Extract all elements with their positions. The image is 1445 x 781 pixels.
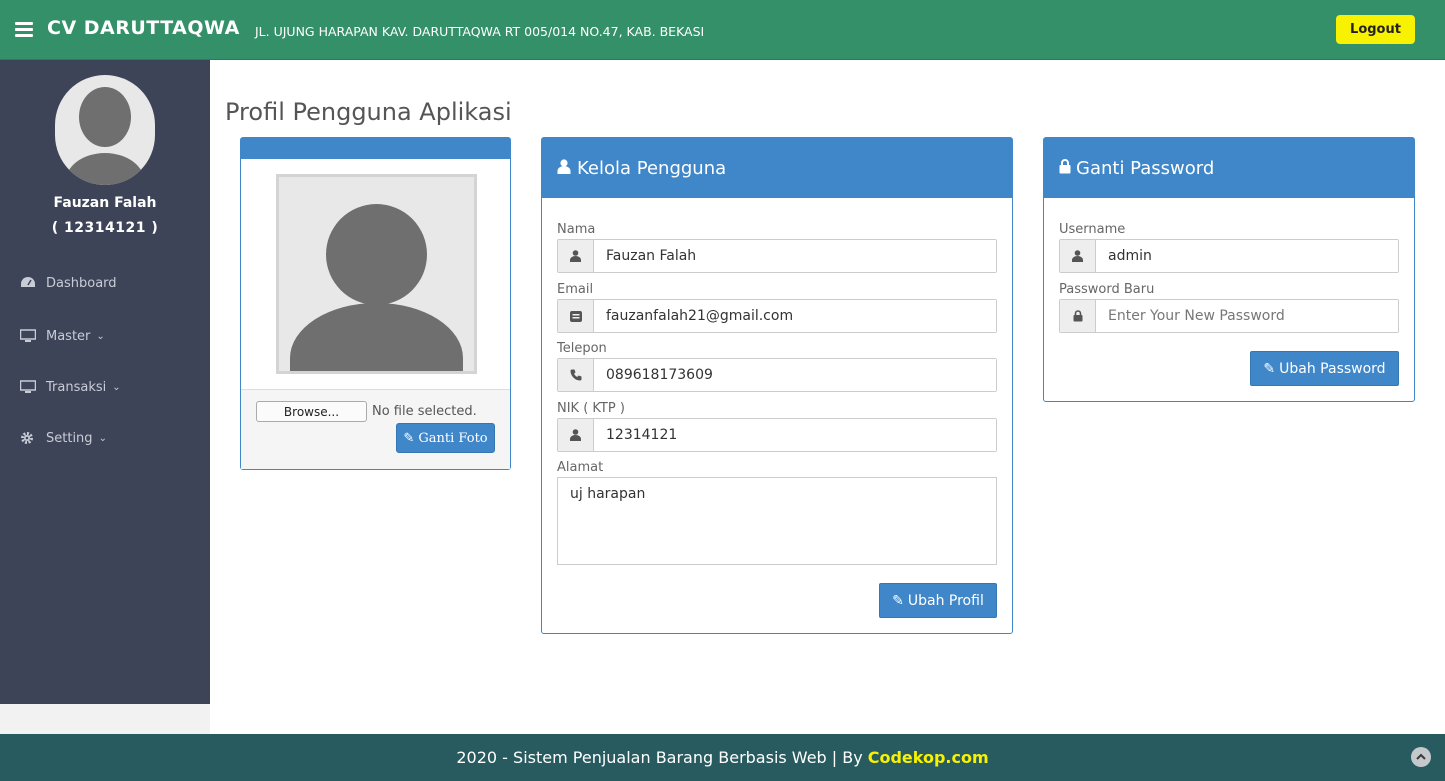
photo-upload-area: Browse... No file selected. ✎ Ganti Foto [241, 389, 510, 469]
logout-button[interactable]: Logout [1336, 15, 1415, 44]
footer-text: 2020 - Sistem Penjualan Barang Berbasis … [456, 748, 863, 767]
gear-icon [20, 431, 36, 445]
sidebar-item-dashboard[interactable]: Dashboard [20, 273, 117, 293]
phone-label: Telepon [557, 341, 607, 356]
username-input-group [1059, 239, 1399, 273]
user-icon [1060, 240, 1096, 272]
sidebar-item-label: Transaksi [46, 379, 107, 395]
name-input-group [557, 239, 997, 273]
scroll-to-top-button[interactable] [1411, 747, 1431, 767]
address-label: Alamat [557, 460, 604, 475]
change-photo-label: Ganti Foto [418, 430, 488, 446]
nik-label: NIK ( KTP ) [557, 401, 625, 416]
name-input[interactable] [594, 240, 996, 272]
address-textarea[interactable]: uj harapan [557, 477, 997, 565]
avatar [55, 75, 155, 185]
nik-input-group [557, 418, 997, 452]
user-icon [557, 158, 571, 179]
nik-input[interactable] [594, 419, 996, 451]
email-input[interactable] [594, 300, 996, 332]
envelope-icon [558, 300, 594, 332]
page-title: Profil Pengguna Aplikasi [225, 98, 512, 126]
new-password-label: Password Baru [1059, 282, 1155, 297]
photo-panel-header [241, 138, 510, 159]
pencil-icon: ✎ [892, 592, 904, 609]
update-password-button[interactable]: ✎ Ubah Password [1250, 351, 1399, 386]
profile-photo [276, 174, 477, 374]
sidebar-item-master[interactable]: Master ⌄ [19, 326, 105, 346]
username-input[interactable] [1096, 240, 1398, 272]
update-password-label: Ubah Password [1279, 360, 1386, 377]
update-profile-label: Ubah Profil [907, 592, 984, 609]
pencil-icon: ✎ [403, 430, 415, 446]
app-brand[interactable]: CV DARUTTAQWA [47, 17, 240, 39]
sidebar-item-label: Dashboard [46, 275, 117, 291]
lock-icon [1060, 300, 1096, 332]
update-profile-button[interactable]: ✎ Ubah Profil [879, 583, 997, 618]
sidebar-item-setting[interactable]: Setting ⌄ [20, 428, 107, 448]
sidebar-user-id: ( 12314121 ) [51, 220, 159, 236]
chevron-down-icon: ⌄ [96, 330, 105, 342]
company-address: JL. UJUNG HARAPAN KAV. DARUTTAQWA RT 005… [255, 24, 705, 39]
email-label: Email [557, 282, 594, 297]
chevron-up-icon [1416, 753, 1426, 760]
chevron-down-icon: ⌄ [98, 432, 107, 444]
user-icon [558, 240, 594, 272]
sidebar-item-label: Setting [46, 430, 93, 446]
email-input-group [557, 299, 997, 333]
phone-input[interactable] [594, 359, 996, 391]
sidebar-user-name: Fauzan Falah [53, 195, 157, 211]
password-panel-header: Ganti Password [1044, 138, 1414, 198]
phone-icon [558, 359, 594, 391]
new-password-input[interactable] [1096, 300, 1398, 332]
profile-panel-title: Kelola Pengguna [577, 157, 727, 179]
profile-panel-header: Kelola Pengguna [542, 138, 1012, 198]
chevron-down-icon: ⌄ [112, 381, 121, 393]
monitor-icon [19, 380, 37, 394]
sidebar: Fauzan Falah ( 12314121 ) Dashboard Mast… [0, 60, 210, 704]
phone-input-group [557, 358, 997, 392]
profile-panel: Kelola Pengguna Nama Email Telepon NIK (… [541, 137, 1013, 634]
menu-toggle-icon[interactable] [15, 22, 33, 38]
dashboard-icon [20, 276, 36, 290]
browse-file-button[interactable]: Browse... [256, 401, 367, 422]
footer-brand-link[interactable]: Codekop.com [868, 748, 989, 767]
monitor-icon [19, 329, 37, 343]
sidebar-item-label: Master [46, 328, 91, 344]
file-status: No file selected. [372, 404, 477, 419]
new-password-input-group [1059, 299, 1399, 333]
password-panel: Ganti Password Username Password Baru ✎ … [1043, 137, 1415, 402]
top-header: CV DARUTTAQWA JL. UJUNG HARAPAN KAV. DAR… [0, 0, 1445, 60]
user-icon [558, 419, 594, 451]
photo-panel: Browse... No file selected. ✎ Ganti Foto [240, 137, 511, 470]
username-label: Username [1059, 222, 1126, 237]
sidebar-item-transaksi[interactable]: Transaksi ⌄ [19, 377, 121, 397]
password-panel-title: Ganti Password [1076, 157, 1215, 179]
lock-icon [1059, 158, 1071, 179]
sidebar-footer-area [0, 704, 210, 734]
page-footer: 2020 - Sistem Penjualan Barang Berbasis … [0, 734, 1445, 781]
change-photo-button[interactable]: ✎ Ganti Foto [396, 423, 495, 453]
pencil-icon: ✎ [1263, 360, 1276, 377]
name-label: Nama [557, 222, 596, 237]
